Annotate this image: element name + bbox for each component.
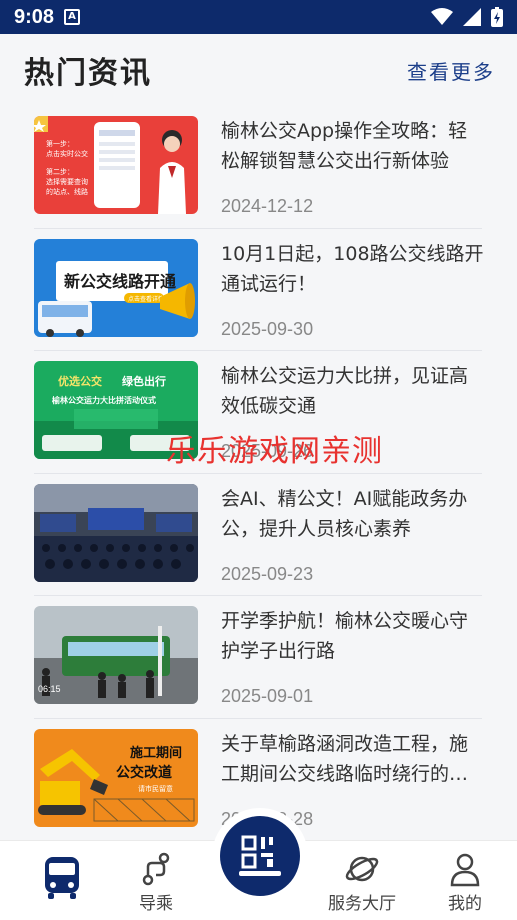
news-thumbnail: 新公交线路开通 点击查看详情 xyxy=(34,238,198,337)
news-list: 第一步： 点击实时公交 第二步： 选择需要查询 的站点、线路 榆林公交App操作… xyxy=(34,106,484,842)
news-date: 2024-12-12 xyxy=(221,196,314,216)
news-thumbnail: 第一步： 点击实时公交 第二步： 选择需要查询 的站点、线路 xyxy=(34,116,198,214)
section-header: 热门资讯 查看更多 xyxy=(0,34,517,106)
tab-label: 服务大厅 xyxy=(328,894,396,914)
news-thumbnail: 优选公交 绿色出行 榆林公交运力大比拼活动仪式 xyxy=(34,361,198,460)
status-bar: 9:08 A xyxy=(0,0,517,34)
tab-label: 导乘 xyxy=(139,894,173,914)
news-title: 榆林公交App操作全攻略：轻松解锁智慧公交出行新体验 xyxy=(221,120,468,172)
route-icon xyxy=(142,852,170,886)
thumb-text: 新公交线路开通 xyxy=(64,272,176,291)
user-icon xyxy=(450,853,480,887)
wifi-icon xyxy=(431,8,453,25)
thumb-text: 点击查看详情 xyxy=(128,295,164,303)
news-item[interactable]: 会AI、精公文！AI赋能政务办公，提升人员核心素养 2025-09-23 xyxy=(34,474,482,597)
news-date: 2025-09-26 xyxy=(221,441,314,462)
view-more-link[interactable]: 查看更多 xyxy=(407,56,495,85)
news-title: 10月1日起，108路公交线路开通试运行！ xyxy=(221,242,484,295)
news-thumbnail: 施工期间 公交改道 请市民留意 xyxy=(34,728,198,827)
thumb-text: 优选公交 xyxy=(58,374,102,388)
thumb-text: 选择需要查询 xyxy=(46,177,88,186)
news-item[interactable]: 06:15 开学季护航！榆林公交暖心守护学子出行路 2025-09-01 xyxy=(34,596,482,719)
thumb-text: 点击实时公交 xyxy=(46,149,88,158)
tab-mine[interactable]: 我的 xyxy=(425,841,505,920)
planet-icon xyxy=(345,856,379,882)
news-item[interactable]: 第一步： 点击实时公交 第二步： 选择需要查询 的站点、线路 榆林公交App操作… xyxy=(34,106,482,229)
thumb-text: 第一步： xyxy=(46,139,74,148)
bus-icon xyxy=(45,857,79,899)
thumb-text: 施工期间 xyxy=(130,745,182,761)
news-date: 2025-09-01 xyxy=(221,686,314,707)
news-title: 开学季护航！榆林公交暖心守护学子出行路 xyxy=(221,610,469,663)
news-thumbnail xyxy=(34,483,198,582)
thumb-text: 第二步： xyxy=(46,167,74,176)
signal-icon xyxy=(463,8,481,26)
thumb-text: 公交改道 xyxy=(116,764,172,781)
news-title: 会AI、精公文！AI赋能政务办公，提升人员核心素养 xyxy=(221,487,468,540)
scan-qr-button[interactable] xyxy=(220,816,300,896)
tab-label: 我的 xyxy=(448,894,482,914)
tab-guide[interactable]: 导乘 xyxy=(116,841,196,920)
tab-service-hall[interactable]: 服务大厅 xyxy=(322,841,402,920)
news-date: 2025-09-23 xyxy=(221,563,314,584)
news-date: 2025-09-30 xyxy=(221,318,314,339)
thumb-text: 榆林公交运力大比拼活动仪式 xyxy=(52,395,156,405)
news-thumbnail: 06:15 xyxy=(34,606,198,705)
battery-icon xyxy=(491,7,503,27)
thumb-text: 的站点、线路 xyxy=(46,187,88,196)
thumb-text: 绿色出行 xyxy=(122,374,166,388)
thumb-text: 06:15 xyxy=(38,684,61,694)
tab-home[interactable] xyxy=(22,841,102,920)
news-title: 关于草榆路涵洞改造工程，施工期间公交线路临时绕行的… xyxy=(221,732,469,785)
news-item[interactable]: 优选公交 绿色出行 榆林公交运力大比拼活动仪式 榆林公交运力大比拼，见证高效低碳… xyxy=(34,351,482,474)
notification-a-icon: A xyxy=(64,9,81,25)
thumb-text: 请市民留意 xyxy=(138,784,173,793)
section-title: 热门资讯 xyxy=(24,56,152,91)
news-title: 榆林公交运力大比拼，见证高效低碳交通 xyxy=(221,365,469,418)
news-item[interactable]: 新公交线路开通 点击查看详情 10月1日起，108路公交线路开通试运行！ 202… xyxy=(34,229,484,352)
qr-scan-icon xyxy=(239,835,281,876)
status-time: 9:08 xyxy=(14,5,55,28)
